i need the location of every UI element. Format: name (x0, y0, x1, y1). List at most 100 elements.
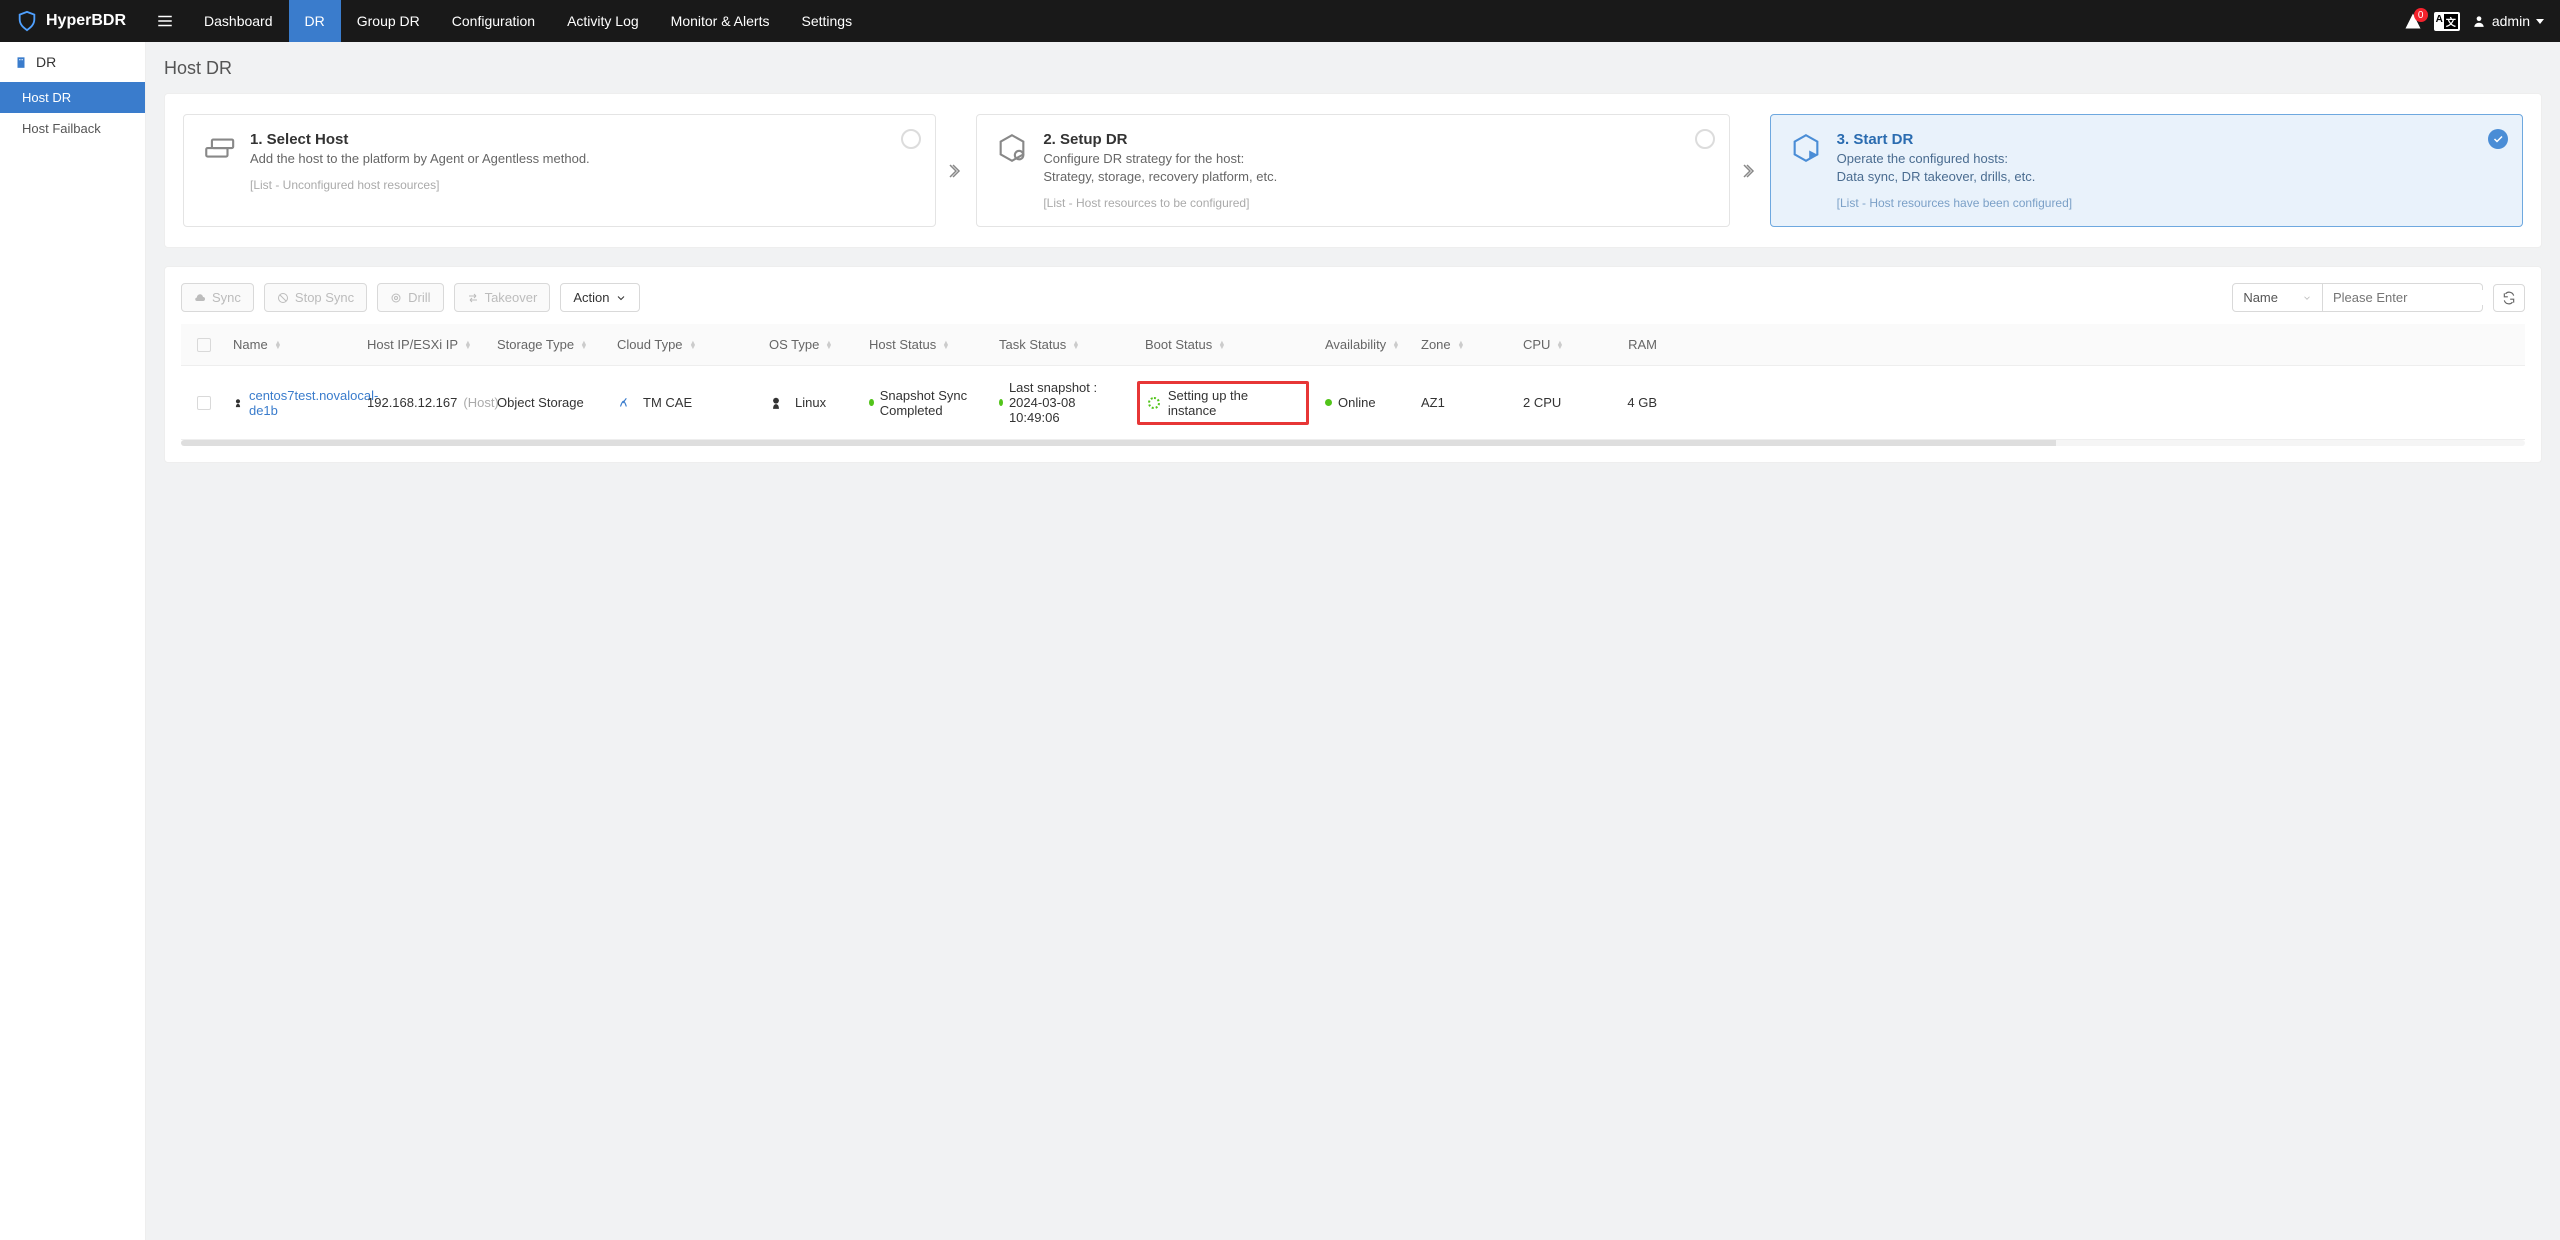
loading-icon (1148, 397, 1160, 409)
step1-status-indicator (901, 129, 921, 149)
user-icon (2472, 14, 2486, 28)
table-card: Sync Stop Sync Drill Takeover Action Nam… (164, 266, 2542, 463)
step-select-host[interactable]: 1. Select Host Add the host to the platf… (183, 114, 936, 227)
alpha-icon (617, 396, 631, 410)
check-icon (2492, 133, 2504, 145)
user-menu[interactable]: admin (2472, 13, 2544, 29)
step-start-dr[interactable]: 3. Start DR Operate the configured hosts… (1770, 114, 2523, 227)
page-title: Host DR (164, 58, 2542, 79)
step2-status-indicator (1695, 129, 1715, 149)
stop-icon (277, 292, 289, 304)
table-toolbar: Sync Stop Sync Drill Takeover Action Nam… (181, 283, 2525, 312)
col-name[interactable]: Name (225, 333, 359, 356)
step3-title: 3. Start DR (1837, 131, 2504, 148)
step-setup-dr[interactable]: 2. Setup DR Configure DR strategy for th… (976, 114, 1729, 227)
linux-icon (233, 397, 243, 409)
nav-dr[interactable]: DR (289, 0, 341, 42)
col-zone[interactable]: Zone (1413, 333, 1515, 356)
hosts-icon (202, 131, 236, 165)
horizontal-scrollbar[interactable] (181, 440, 2525, 446)
top-nav: Dashboard DR Group DR Configuration Acti… (188, 0, 868, 42)
status-dot-icon (869, 399, 874, 406)
step2-sub: [List - Host resources to be configured] (1043, 196, 1710, 210)
table-header: Name Host IP/ESXi IP Storage Type Cloud … (181, 324, 2525, 366)
step2-title: 2. Setup DR (1043, 131, 1710, 148)
action-dropdown[interactable]: Action (560, 283, 640, 312)
nav-config[interactable]: Configuration (436, 0, 551, 42)
step3-status-indicator (2488, 129, 2508, 149)
sidebar-item-failback[interactable]: Host Failback (0, 113, 145, 144)
swap-icon (467, 292, 479, 304)
top-header: HyperBDR Dashboard DR Group DR Configura… (0, 0, 2560, 42)
chevron-down-icon (615, 292, 627, 304)
chevron-down-icon (2302, 293, 2312, 303)
cell-zone: AZ1 (1421, 395, 1445, 410)
sidebar: DR Host DR Host Failback (0, 42, 146, 1240)
sidebar-item-hostdr[interactable]: Host DR (0, 82, 145, 113)
step1-desc: Add the host to the platform by Agent or… (250, 150, 917, 168)
language-toggle[interactable]: A文 (2434, 12, 2460, 31)
drill-button[interactable]: Drill (377, 283, 443, 312)
col-cloud[interactable]: Cloud Type (609, 333, 761, 356)
row-checkbox[interactable] (197, 396, 211, 410)
col-availability[interactable]: Availability (1317, 333, 1413, 356)
takeover-button[interactable]: Takeover (454, 283, 551, 312)
cell-os: Linux (795, 395, 826, 410)
cell-ram: 4 GB (1627, 395, 1657, 410)
col-cpu[interactable]: CPU (1515, 333, 1595, 356)
alerts-count: 0 (2414, 8, 2428, 22)
nav-groupdr[interactable]: Group DR (341, 0, 436, 42)
sync-button[interactable]: Sync (181, 283, 254, 312)
boot-status-highlight: Setting up the instance (1137, 381, 1309, 425)
cell-availability: Online (1338, 395, 1376, 410)
filter-field-select[interactable]: Name (2232, 283, 2323, 312)
col-ip[interactable]: Host IP/ESXi IP (359, 333, 489, 356)
status-dot-icon (999, 399, 1003, 406)
brand: HyperBDR (0, 0, 142, 42)
status-dot-icon (1325, 399, 1332, 406)
search-box[interactable] (2323, 283, 2483, 312)
chevron-down-icon (2536, 19, 2544, 24)
col-hoststatus[interactable]: Host Status (861, 333, 991, 356)
step3-desc: Operate the configured hosts: Data sync,… (1837, 150, 2504, 186)
nav-dashboard[interactable]: Dashboard (188, 0, 289, 42)
step2-desc: Configure DR strategy for the host: Stra… (1043, 150, 1710, 186)
step3-sub: [List - Host resources have been configu… (1837, 196, 2504, 210)
chevron-right-icon (1741, 162, 1759, 180)
col-ram[interactable]: RAM (1595, 333, 1665, 356)
main-content: Host DR 1. Select Host Add the host to t… (146, 42, 2560, 1240)
stop-sync-button[interactable]: Stop Sync (264, 283, 367, 312)
cell-cloud: TM CAE (643, 395, 692, 410)
step1-sub: [List - Unconfigured host resources] (250, 178, 917, 192)
refresh-button[interactable] (2493, 284, 2525, 312)
col-taskstatus[interactable]: Task Status (991, 333, 1137, 356)
col-bootstatus[interactable]: Boot Status (1137, 333, 1317, 356)
cell-bootstatus: Setting up the instance (1168, 388, 1298, 418)
building-icon (14, 55, 28, 69)
sidebar-section-title: DR (0, 42, 145, 82)
cube-play-icon (1789, 131, 1823, 165)
menu-icon (156, 12, 174, 30)
cloud-icon (194, 292, 206, 304)
nav-settings[interactable]: Settings (785, 0, 868, 42)
step1-title: 1. Select Host (250, 131, 917, 148)
nav-monitor[interactable]: Monitor & Alerts (655, 0, 786, 42)
col-os[interactable]: OS Type (761, 333, 861, 356)
menu-toggle[interactable] (142, 0, 188, 42)
select-all-checkbox[interactable] (197, 338, 211, 352)
shield-icon (16, 10, 38, 32)
alerts-button[interactable]: 0 (2404, 12, 2422, 30)
cell-ip: 192.168.12.167 (367, 395, 457, 410)
target-icon (390, 292, 402, 304)
user-label: admin (2492, 13, 2530, 29)
cell-taskstatus: Last snapshot : 2024-03-08 10:49:06 (1009, 380, 1129, 425)
nav-activity[interactable]: Activity Log (551, 0, 655, 42)
refresh-icon (2502, 291, 2516, 305)
search-input[interactable] (2333, 290, 2509, 305)
table-row: centos7test.novalocal-de1b 192.168.12.16… (181, 366, 2525, 440)
col-storage[interactable]: Storage Type (489, 333, 609, 356)
cube-gear-icon (995, 131, 1029, 165)
brand-label: HyperBDR (46, 12, 126, 30)
workflow-card: 1. Select Host Add the host to the platf… (164, 93, 2542, 248)
linux-icon (769, 396, 783, 410)
